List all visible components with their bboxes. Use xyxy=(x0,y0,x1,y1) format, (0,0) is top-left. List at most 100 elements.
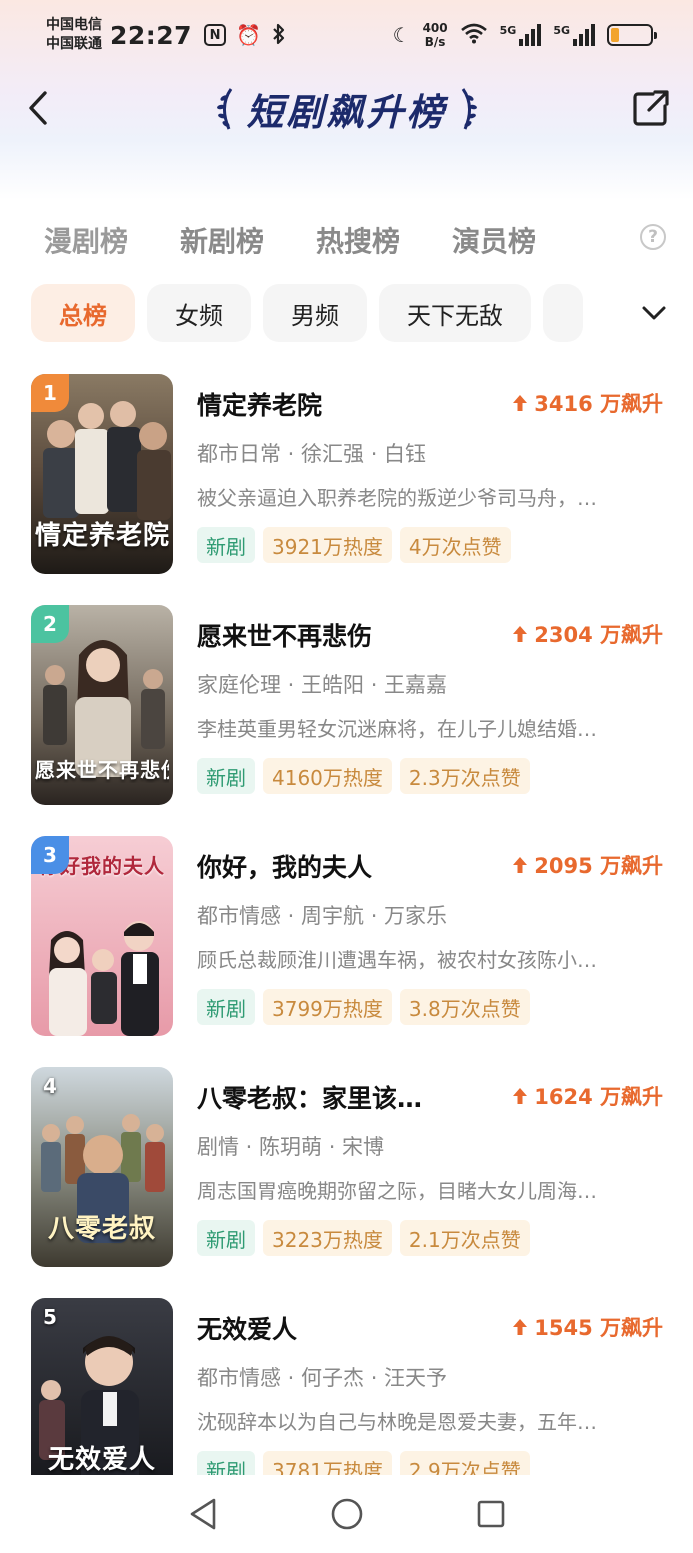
rank-badge: 2 xyxy=(31,605,69,643)
drama-description: 李桂英重男轻女沉迷麻将，在儿子儿媳结婚… xyxy=(197,717,597,741)
likes-tag: 2.1万次点赞 xyxy=(399,1220,530,1256)
arrow-up-icon xyxy=(513,395,528,411)
drama-title[interactable]: 八零老叔：家里该… xyxy=(197,1079,422,1115)
ranking-item-5[interactable]: 无效爱人 5 无效爱人 1545 万飙升 都市情感 · 何子杰 · 汪天予 沈砚… xyxy=(31,1296,671,1475)
category-tabs: 漫剧榜 新剧榜 热搜榜 演员榜 ? xyxy=(44,216,684,264)
drama-poster[interactable]: 八零老叔 4 xyxy=(31,1067,173,1267)
bluetooth-icon xyxy=(271,23,287,48)
page-title: 短剧飙升榜 xyxy=(246,91,447,134)
likes-tag: 3.8万次点赞 xyxy=(399,989,530,1025)
rise-indicator: 3416 万飙升 xyxy=(512,388,663,418)
drama-tags: 新剧 3799万热度 3.8万次点赞 xyxy=(197,989,530,1025)
drama-meta: 都市情感 · 何子杰 · 汪天予 xyxy=(197,1366,448,1390)
arrow-up-icon xyxy=(513,1319,528,1335)
drama-title[interactable]: 你好，我的夫人 xyxy=(197,848,372,884)
heat-tag: 3921万热度 xyxy=(263,527,392,563)
rank-badge: 4 xyxy=(43,1074,57,1098)
nav-home-button[interactable] xyxy=(329,1496,365,1532)
arrow-up-icon xyxy=(513,1088,528,1104)
square-recents-icon xyxy=(477,1500,504,1528)
heat-tag: 3799万热度 xyxy=(263,989,392,1025)
new-drama-tag: 新剧 xyxy=(197,1220,255,1256)
rise-value: 1624 万飙升 xyxy=(534,1085,663,1109)
drama-description: 周志国胃癌晚期弥留之际，目睹大女儿周海… xyxy=(197,1179,597,1203)
drama-meta: 都市日常 · 徐汇强 · 白钰 xyxy=(197,442,427,466)
filter-chip-invincible[interactable]: 天下无敌 xyxy=(379,284,531,342)
expand-filters-button[interactable] xyxy=(636,296,672,330)
rank-badge: 1 xyxy=(31,374,69,412)
heat-tag: 3223万热度 xyxy=(263,1220,392,1256)
heat-tag: 4160万热度 xyxy=(263,758,392,794)
speed-value: 400 xyxy=(422,21,448,35)
arrow-up-icon xyxy=(513,626,528,642)
drama-poster[interactable]: 情定养老院 1 xyxy=(31,374,173,574)
drama-poster[interactable]: 你好我的夫人 3 xyxy=(31,836,173,1036)
battery-level xyxy=(611,28,619,42)
nav-recents-button[interactable] xyxy=(473,1496,509,1532)
rank-badge: 5 xyxy=(43,1305,57,1329)
new-drama-tag: 新剧 xyxy=(197,527,255,563)
drama-title[interactable]: 无效爱人 xyxy=(197,1310,297,1346)
filter-chip-all[interactable]: 总榜 xyxy=(31,284,135,342)
tab-hot-search[interactable]: 热搜榜 xyxy=(316,220,400,260)
drama-poster[interactable]: 愿来世不再悲伤 2 xyxy=(31,605,173,805)
wifi-icon xyxy=(460,22,488,49)
rise-indicator: 1545 万飙升 xyxy=(512,1312,663,1342)
drama-meta: 剧情 · 陈玥萌 · 宋博 xyxy=(197,1135,385,1159)
rise-value: 3416 万飙升 xyxy=(534,392,663,416)
battery-icon xyxy=(607,24,657,46)
ranking-item-1[interactable]: 情定养老院 1 情定养老院 3416 万飙升 都市日常 · 徐汇强 · 白钰 被… xyxy=(31,372,671,576)
signal-1-label: 5G xyxy=(499,24,517,37)
rise-value: 2095 万飙升 xyxy=(534,854,663,878)
drama-title[interactable]: 情定养老院 xyxy=(197,386,322,422)
drama-title[interactable]: 愿来世不再悲伤 xyxy=(197,617,372,653)
status-time: 22:27 xyxy=(110,20,193,50)
tab-comic-drama[interactable]: 漫剧榜 xyxy=(44,220,128,260)
drama-tags: 新剧 3921万热度 4万次点赞 xyxy=(197,527,511,563)
page-header: 短剧飙升榜 xyxy=(0,78,693,140)
status-bar: 中国电信 中国联通 22:27 N ⏰ ☾ 400 B/s 5G 5G xyxy=(0,0,693,70)
alarm-icon: ⏰ xyxy=(236,23,261,47)
drama-poster[interactable]: 无效爱人 5 xyxy=(31,1298,173,1475)
ranking-item-3[interactable]: 你好我的夫人 3 你好，我的夫人 2095 万飙升 都市情感 · 周宇航 · 万… xyxy=(31,834,671,1038)
heat-tag: 3781万热度 xyxy=(263,1451,392,1475)
title-group: 短剧飙升榜 xyxy=(0,82,693,136)
new-drama-tag: 新剧 xyxy=(197,1451,255,1475)
nav-back-button[interactable] xyxy=(185,1496,221,1532)
share-button[interactable] xyxy=(631,88,671,128)
rise-indicator: 2304 万飙升 xyxy=(512,619,663,649)
speed-unit: B/s xyxy=(424,35,446,49)
arrow-up-icon xyxy=(513,857,528,873)
share-icon xyxy=(633,90,669,126)
filter-chip-male[interactable]: 男频 xyxy=(263,284,367,342)
new-drama-tag: 新剧 xyxy=(197,758,255,794)
poster-title-art: 情定养老院 xyxy=(35,521,169,551)
rise-indicator: 1624 万飙升 xyxy=(512,1081,663,1111)
poster-title-art: 愿来世不再悲伤 xyxy=(35,758,169,782)
poster-title-art: 八零老叔 xyxy=(47,1214,156,1244)
rank-badge: 3 xyxy=(31,836,69,874)
tab-actors[interactable]: 演员榜 xyxy=(452,220,536,260)
ranking-item-2[interactable]: 愿来世不再悲伤 2 愿来世不再悲伤 2304 万飙升 家庭伦理 · 王皓阳 · … xyxy=(31,603,671,807)
drama-meta: 都市情感 · 周宇航 · 万家乐 xyxy=(197,904,448,928)
new-drama-tag: 新剧 xyxy=(197,989,255,1025)
drama-info: 无效爱人 1545 万飙升 都市情感 · 何子杰 · 汪天予 沈砚辞本以为自己与… xyxy=(197,1296,671,1475)
help-icon[interactable]: ? xyxy=(640,224,666,250)
circle-home-icon xyxy=(331,1498,362,1530)
laurel-right-icon xyxy=(461,88,477,130)
carrier-2: 中国联通 xyxy=(46,36,102,52)
triangle-back-icon xyxy=(190,1498,215,1530)
filter-chip-overflow[interactable] xyxy=(543,284,583,342)
drama-description: 沈砚辞本以为自己与林晚是恩爱夫妻，五年… xyxy=(197,1410,597,1434)
likes-tag: 4万次点赞 xyxy=(399,527,511,563)
poster-title-art: 无效爱人 xyxy=(47,1445,156,1475)
carrier-1: 中国电信 xyxy=(46,17,102,33)
do-not-disturb-moon-icon: ☾ xyxy=(392,23,411,47)
drama-info: 愿来世不再悲伤 2304 万飙升 家庭伦理 · 王皓阳 · 王嘉嘉 李桂英重男轻… xyxy=(197,603,671,807)
ranking-item-4[interactable]: 八零老叔 4 八零老叔：家里该… 1624 万飙升 剧情 · 陈玥萌 · 宋博 … xyxy=(31,1065,671,1269)
rise-indicator: 2095 万飙升 xyxy=(512,850,663,880)
nfc-icon: N xyxy=(204,24,227,46)
filter-chip-female[interactable]: 女频 xyxy=(147,284,251,342)
tab-new-drama[interactable]: 新剧榜 xyxy=(180,220,264,260)
likes-tag: 2.9万次点赞 xyxy=(399,1451,530,1475)
